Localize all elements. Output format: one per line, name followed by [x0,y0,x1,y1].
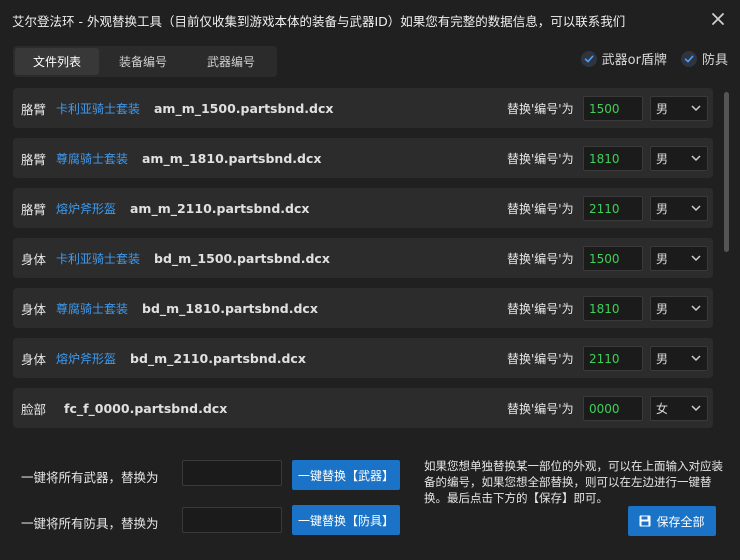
row-set-name: 卡利亚骑士套装 [56,101,141,116]
tab-weapon-ids[interactable]: 武器编号 [187,48,275,75]
filter-checkboxes: 武器or盾牌 防具 [580,49,728,68]
window-title: 艾尔登法环 - 外观替换工具（目前仅收集到游戏本体的装备与武器ID）如果您有完整… [12,13,626,29]
row-gender-value: 女 [656,402,669,416]
row-id-input[interactable]: 1810 [583,146,643,171]
row-set-name: 尊腐骑士套装 [56,301,129,316]
row-id-input[interactable]: 2110 [583,196,643,221]
row-file-name: am_m_1500.partsbnd.dcx [154,100,334,116]
row-file-name: am_m_2110.partsbnd.dcx [130,200,310,216]
row-id-input[interactable]: 1500 [583,96,643,121]
row-category: 胳臂 [21,201,47,217]
checkbox-armor-label: 防具 [701,53,728,68]
row-category: 胳臂 [21,151,47,167]
bulk-weapons-label: 一键将所有武器，替换为 [21,470,159,485]
chevron-down-icon [691,205,701,212]
replace-all-weapons-button[interactable]: 一键替换【武器】 [292,460,400,490]
row-gender-value: 男 [656,152,669,166]
row-id-input[interactable]: 1500 [583,246,643,271]
row-id-input[interactable]: 2110 [583,346,643,371]
row-gender-select[interactable]: 女 [650,396,708,421]
chevron-down-icon [691,105,701,112]
row-gender-select[interactable]: 男 [650,346,708,371]
bulk-replace-panel: 一键将所有武器，替换为 一键替换【武器】 一键将所有防具，替换为 一键替换【防具… [13,450,727,550]
row-file-name: bd_m_2110.partsbnd.dcx [130,350,306,366]
tab-file-list[interactable]: 文件列表 [15,48,99,75]
row-gender-value: 男 [656,202,669,216]
list-scrollbar[interactable] [724,92,729,252]
bulk-armor-label: 一键将所有防具，替换为 [21,516,159,531]
row-category: 身体 [21,251,47,267]
row-replace-label: 替换'编号'为 [507,201,574,216]
row-set-name: 熔炉斧形盔 [56,201,117,216]
row-file-name: fc_f_0000.partsbnd.dcx [64,400,228,416]
list-item: 胳臂 熔炉斧形盔 am_m_2110.partsbnd.dcx 替换'编号'为 … [13,188,713,228]
checkbox-weapon-shield[interactable]: 武器or盾牌 [580,49,667,68]
list-item: 脸部 fc_f_0000.partsbnd.dcx 替换'编号'为 0000 女 [13,388,713,428]
row-gender-value: 男 [656,102,669,116]
list-item: 身体 卡利亚骑士套装 bd_m_1500.partsbnd.dcx 替换'编号'… [13,238,713,278]
checkbox-weapon-shield-label: 武器or盾牌 [601,53,667,68]
replace-all-armor-button[interactable]: 一键替换【防具】 [292,505,400,535]
file-list: 胳臂 卡利亚骑士套装 am_m_1500.partsbnd.dcx 替换'编号'… [13,88,713,428]
row-gender-value: 男 [656,302,669,316]
save-icon [639,515,651,527]
chevron-down-icon [691,255,701,262]
row-replace-label: 替换'编号'为 [507,151,574,166]
chevron-down-icon [691,155,701,162]
row-category: 身体 [21,351,47,367]
check-icon [580,50,597,67]
bulk-armor-input[interactable] [182,507,282,533]
tab-equipment-ids[interactable]: 装备编号 [99,48,187,75]
row-category: 胳臂 [21,101,47,117]
list-item: 胳臂 卡利亚骑士套装 am_m_1500.partsbnd.dcx 替换'编号'… [13,88,713,128]
checkbox-armor[interactable]: 防具 [680,49,728,68]
row-replace-label: 替换'编号'为 [507,101,574,116]
save-all-button[interactable]: 保存全部 [628,506,716,536]
row-set-name: 卡利亚骑士套装 [56,251,141,266]
row-gender-select[interactable]: 男 [650,146,708,171]
row-category: 身体 [21,301,47,317]
row-replace-label: 替换'编号'为 [507,251,574,266]
row-category: 脸部 [21,401,47,417]
row-replace-label: 替换'编号'为 [507,301,574,316]
close-icon[interactable] [710,11,726,27]
row-gender-value: 男 [656,252,669,266]
bulk-weapons-input[interactable] [182,460,282,486]
chevron-down-icon [691,355,701,362]
row-set-name: 熔炉斧形盔 [56,351,117,366]
row-gender-select[interactable]: 男 [650,246,708,271]
row-gender-select[interactable]: 男 [650,96,708,121]
row-file-name: bd_m_1500.partsbnd.dcx [154,250,330,266]
row-set-name: 尊腐骑士套装 [56,151,129,166]
chevron-down-icon [691,405,701,412]
instruction-note: 如果您想单独替换某一部位的外观，可以在上面输入对应装备的编号，如果您想全部替换，… [424,459,723,505]
check-icon [680,50,697,67]
row-file-name: bd_m_1810.partsbnd.dcx [142,300,318,316]
chevron-down-icon [691,305,701,312]
row-gender-select[interactable]: 男 [650,196,708,221]
list-item: 身体 熔炉斧形盔 bd_m_2110.partsbnd.dcx 替换'编号'为 … [13,338,713,378]
row-replace-label: 替换'编号'为 [507,401,574,416]
row-id-input[interactable]: 0000 [583,396,643,421]
list-item: 身体 尊腐骑士套装 bd_m_1810.partsbnd.dcx 替换'编号'为… [13,288,713,328]
title-bar: 艾尔登法环 - 外观替换工具（目前仅收集到游戏本体的装备与武器ID）如果您有完整… [0,0,740,40]
row-gender-select[interactable]: 男 [650,296,708,321]
list-item: 胳臂 尊腐骑士套装 am_m_1810.partsbnd.dcx 替换'编号'为… [13,138,713,178]
row-replace-label: 替换'编号'为 [507,351,574,366]
row-file-name: am_m_1810.partsbnd.dcx [142,150,322,166]
row-id-input[interactable]: 1810 [583,296,643,321]
tab-bar: 文件列表 装备编号 武器编号 [13,46,277,77]
save-all-label: 保存全部 [656,514,705,529]
row-gender-value: 男 [656,352,669,366]
